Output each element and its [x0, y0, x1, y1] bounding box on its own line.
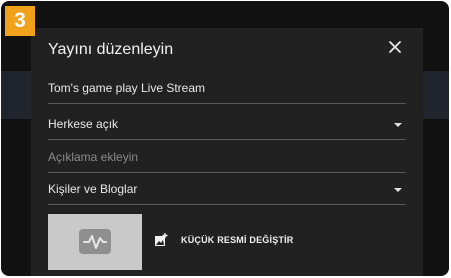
thumbnail-preview: [48, 214, 142, 270]
visibility-select[interactable]: Herkese açık: [48, 113, 406, 140]
edit-stream-dialog: Yayını düzenleyin Tom's game play Live S…: [31, 28, 423, 276]
change-thumbnail-label: KÜÇÜK RESMİ DEĞİŞTİR: [181, 235, 294, 245]
dropdown-arrow-icon: [394, 123, 402, 127]
stream-title-field[interactable]: Tom's game play Live Stream: [48, 77, 406, 104]
screenshot-frame: 3 Yayını düzenleyin Tom's game play Live…: [1, 1, 449, 276]
dropdown-arrow-icon: [394, 188, 402, 192]
dialog-title: Yayını düzenleyin: [48, 41, 174, 58]
description-field[interactable]: Açıklama ekleyin: [48, 146, 406, 173]
visibility-value: Herkese açık: [48, 117, 119, 131]
background-panel-left: [1, 71, 31, 119]
add-image-icon: [155, 233, 168, 246]
description-placeholder: Açıklama ekleyin: [48, 150, 139, 164]
category-value: Kişiler ve Bloglar: [48, 182, 138, 196]
pulse-waveform-icon: [79, 229, 111, 254]
category-select[interactable]: Kişiler ve Bloglar: [48, 178, 406, 205]
close-icon: [389, 41, 401, 53]
stream-title-value: Tom's game play Live Stream: [48, 81, 206, 95]
close-button[interactable]: [383, 35, 407, 59]
step-number-badge: 3: [5, 6, 35, 36]
background-panel-right: [421, 71, 449, 119]
